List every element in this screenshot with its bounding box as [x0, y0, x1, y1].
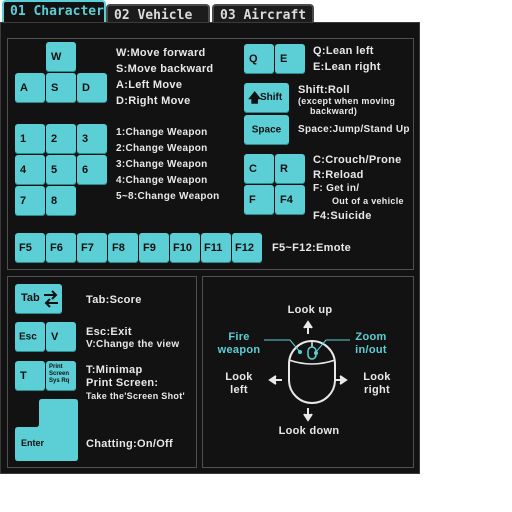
key-f4: F4 — [275, 185, 305, 215]
weapon-desc-3: 3:Change Weapon — [116, 159, 208, 170]
key-f12: F12 — [232, 233, 262, 263]
key-f9: F9 — [139, 233, 169, 263]
lean-desc-left: Q:Lean left — [313, 45, 374, 57]
tab-vehicle[interactable]: 02 Vehicle — [106, 4, 210, 24]
key-f11: F11 — [201, 233, 231, 263]
key-d: D — [77, 73, 107, 103]
key-1: 1 — [15, 124, 45, 154]
key-a: A — [15, 73, 45, 103]
key-v: V — [46, 322, 76, 352]
key-f10: F10 — [170, 233, 200, 263]
movement-desc-right: D:Right Move — [116, 95, 191, 107]
stance-desc-reload: R:Reload — [313, 169, 364, 181]
key-enter-label: Enter — [21, 438, 45, 448]
key-f7: F7 — [77, 233, 107, 263]
movement-desc-forward: W:Move forward — [116, 47, 206, 59]
key-c: C — [244, 154, 274, 184]
key-5: 5 — [46, 155, 76, 185]
stance-desc-crouch: C:Crouch/Prone — [313, 154, 402, 166]
v-desc: V:Change the view — [86, 339, 180, 350]
tab-bar: 03 Aircraft 02 Vehicle 01 Character — [0, 0, 420, 24]
lean-desc-right: E:Lean right — [313, 61, 381, 73]
key-s: S — [46, 73, 76, 103]
weapon-desc-4: 4:Change Weapon — [116, 175, 208, 186]
key-f: F — [244, 185, 274, 215]
tab-arrows-icon — [44, 290, 58, 308]
weapon-desc-5-8: 5~8:Change Weapon — [116, 191, 220, 202]
key-6: 6 — [77, 155, 107, 185]
key-7: 7 — [15, 186, 45, 216]
shift-note-1: (except when moving — [298, 96, 396, 106]
key-2: 2 — [46, 124, 76, 154]
enter-desc: Chatting:On/Off — [86, 438, 173, 450]
stance-desc-vehicle: Out of a vehicle — [332, 196, 404, 206]
key-space: Space — [244, 115, 289, 145]
stance-desc-getin: F: Get in/ — [313, 183, 360, 194]
key-tab: Tab — [15, 284, 62, 314]
weapon-desc-2: 2:Change Weapon — [116, 143, 208, 154]
key-shift: 🡅 Shift — [244, 83, 289, 113]
tab-aircraft[interactable]: 03 Aircraft — [212, 4, 314, 24]
tab-character[interactable]: 01 Character — [2, 0, 106, 24]
key-w: W — [46, 42, 76, 72]
key-print-screen: Print Screen Sys Rq — [46, 361, 76, 391]
tab-desc: Tab:Score — [86, 294, 142, 306]
stance-desc-suicide: F4:Suicide — [313, 210, 372, 222]
key-f8: F8 — [108, 233, 138, 263]
key-enter-shape — [15, 399, 78, 461]
weapon-desc-1: 1:Change Weapon — [116, 127, 208, 138]
key-q: Q — [244, 44, 274, 74]
key-t: T — [15, 361, 45, 391]
key-f5: F5 — [15, 233, 45, 263]
movement-desc-backward: S:Move backward — [116, 63, 214, 75]
mouse-icon — [264, 320, 350, 422]
movement-desc-left: A:Left Move — [116, 79, 183, 91]
key-esc: Esc — [15, 322, 45, 352]
key-3: 3 — [77, 124, 107, 154]
key-f6: F6 — [46, 233, 76, 263]
key-e: E — [275, 44, 305, 74]
shift-note-2: backward) — [310, 106, 358, 116]
space-desc: Space:Jump/Stand Up — [298, 124, 410, 135]
emote-desc: F5~F12:Emote — [272, 242, 352, 254]
key-8: 8 — [46, 186, 76, 216]
key-r: R — [275, 154, 305, 184]
key-4: 4 — [15, 155, 45, 185]
print-note: Take the'Screen Shot' — [86, 391, 185, 401]
